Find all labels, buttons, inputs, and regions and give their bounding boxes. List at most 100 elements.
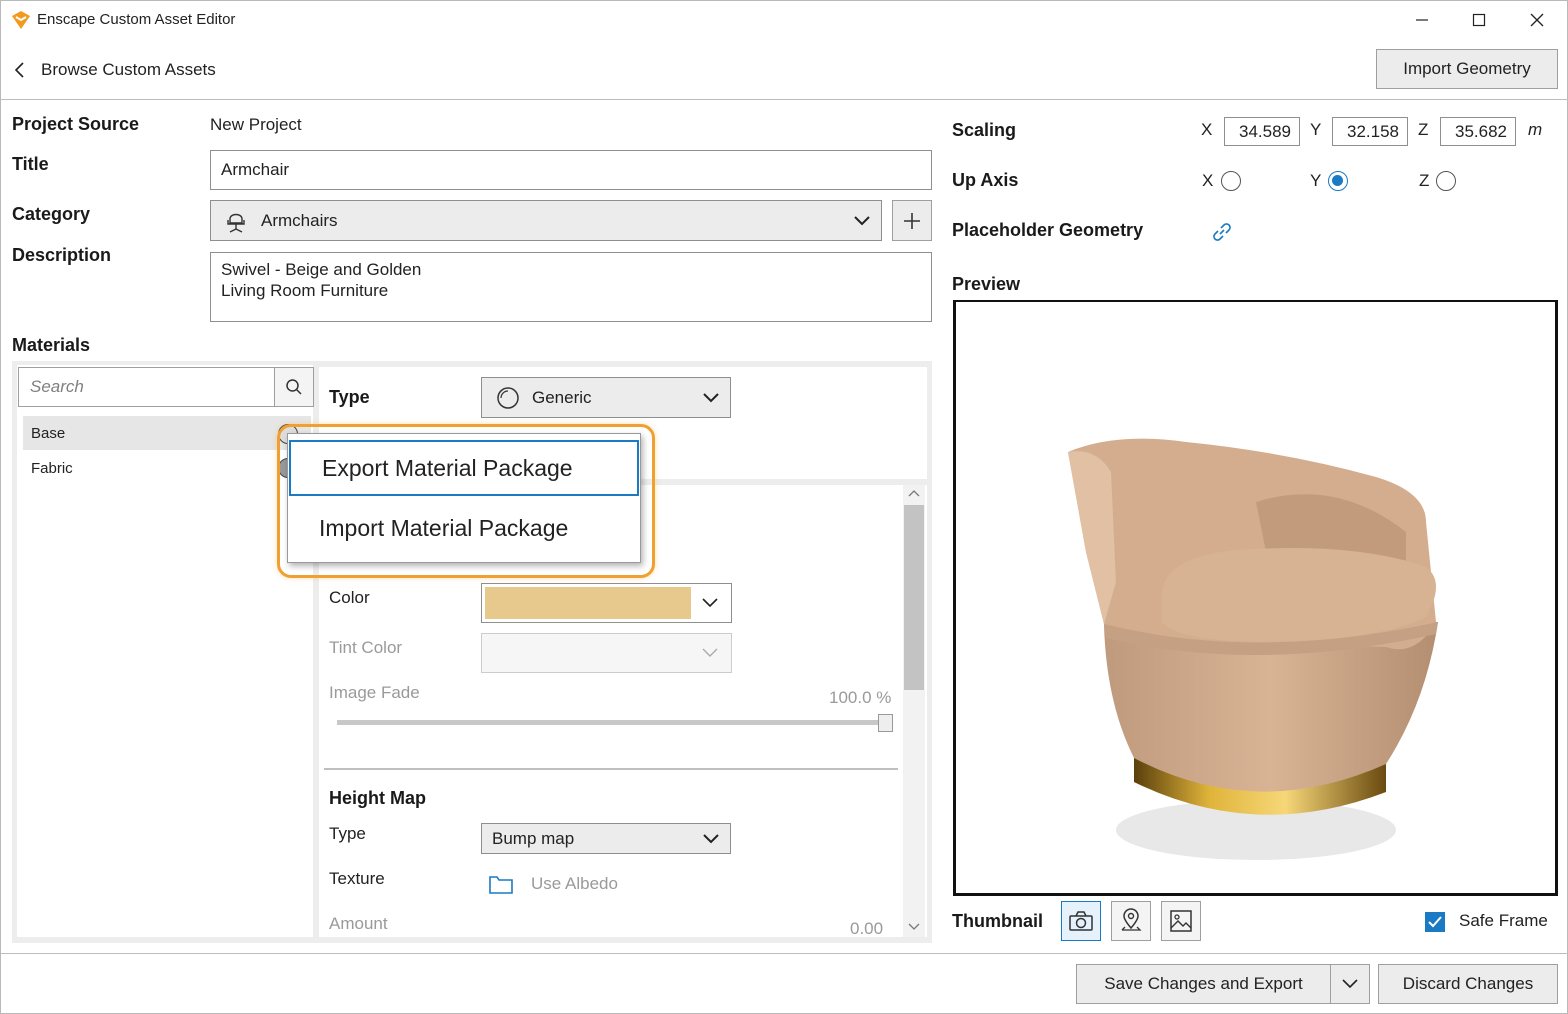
color-picker[interactable] <box>481 583 732 623</box>
placeholder-geometry-label: Placeholder Geometry <box>952 220 1144 240</box>
add-category-button[interactable] <box>892 200 932 241</box>
color-swatch <box>485 587 691 619</box>
scaling-y-input[interactable]: 32.158 <box>1332 117 1408 146</box>
description-textarea[interactable]: Swivel - Beige and Golden Living Room Fu… <box>210 252 932 322</box>
link-icon[interactable] <box>1210 220 1234 244</box>
material-item-label: Fabric <box>31 459 73 477</box>
location-pin-icon <box>1121 908 1142 931</box>
scaling-x-input[interactable]: 34.589 <box>1224 117 1300 146</box>
height-map-amount-label: Amount <box>329 914 388 933</box>
thumbnail-camera-button[interactable] <box>1061 901 1101 941</box>
chevron-left-icon <box>14 62 24 78</box>
image-fade-slider-thumb[interactable] <box>878 714 893 732</box>
up-axis-z-label: Z <box>1419 171 1430 190</box>
back-label: Browse Custom Assets <box>41 60 216 79</box>
material-search-button[interactable] <box>274 367 314 407</box>
material-item-base[interactable]: Base <box>23 416 311 450</box>
scaling-unit: m <box>1528 120 1543 139</box>
annotation-highlight <box>277 424 655 578</box>
title-input[interactable]: Armchair <box>210 150 932 190</box>
search-placeholder: Search <box>30 377 84 396</box>
material-item-label: Base <box>31 424 66 442</box>
chevron-down-icon <box>702 648 718 657</box>
image-fade-label: Image Fade <box>329 683 420 702</box>
up-axis-y-label: Y <box>1310 171 1322 190</box>
minimize-icon <box>1416 19 1428 21</box>
up-axis-x-radio[interactable] <box>1221 171 1241 191</box>
material-type-select[interactable]: Generic <box>481 377 731 418</box>
save-changes-and-export-button[interactable]: Save Changes and Export <box>1076 964 1331 1004</box>
close-window-button[interactable] <box>1514 1 1560 39</box>
up-axis-x-label: X <box>1202 171 1214 190</box>
material-search-input[interactable]: Search <box>18 367 275 407</box>
scaling-z-input[interactable]: 35.682 <box>1440 117 1516 146</box>
up-axis-z-radio[interactable] <box>1436 171 1456 191</box>
category-value: Armchairs <box>261 210 338 230</box>
footer-divider <box>1 953 1568 954</box>
height-map-heading: Height Map <box>329 788 426 808</box>
height-map-type-value: Bump map <box>492 828 575 848</box>
header-divider <box>1 99 1568 100</box>
minimize-button[interactable] <box>1399 1 1445 39</box>
title-label: Title <box>12 154 49 174</box>
camera-icon <box>1069 911 1093 931</box>
description-line-1: Swivel - Beige and Golden <box>221 260 422 279</box>
search-icon <box>286 379 302 395</box>
up-axis-y-radio[interactable] <box>1328 171 1348 191</box>
preview-label: Preview <box>952 274 1021 294</box>
material-type-value: Generic <box>532 387 592 407</box>
image-fade-value: 100.0 % <box>829 688 892 707</box>
thumbnail-location-button[interactable] <box>1111 901 1151 941</box>
scaling-y-label: Y <box>1310 120 1322 139</box>
checkmark-icon <box>1428 916 1442 928</box>
generic-material-icon <box>497 386 519 409</box>
folder-icon[interactable] <box>488 873 514 895</box>
scaling-z-value: 35.682 <box>1455 121 1507 141</box>
image-fade-slider-track[interactable] <box>337 720 885 725</box>
chevron-down-icon <box>702 598 718 608</box>
scaling-z-label: Z <box>1418 120 1429 139</box>
tint-color-picker <box>481 633 732 673</box>
save-options-dropdown-button[interactable] <box>1330 964 1370 1004</box>
tint-color-label: Tint Color <box>329 638 403 657</box>
height-map-type-select[interactable]: Bump map <box>481 823 731 854</box>
thumbnail-label: Thumbnail <box>952 911 1043 931</box>
scaling-y-value: 32.158 <box>1347 121 1399 141</box>
scaling-x-value: 34.589 <box>1239 121 1291 141</box>
image-icon <box>1170 910 1192 932</box>
safe-frame-checkbox[interactable] <box>1425 912 1445 932</box>
color-label: Color <box>329 588 370 607</box>
scrollbar-thumb[interactable] <box>904 505 924 690</box>
enscape-logo-icon <box>12 11 30 29</box>
material-item-fabric[interactable]: Fabric <box>23 451 311 485</box>
thumbnail-image-button[interactable] <box>1161 901 1201 941</box>
up-axis-label: Up Axis <box>952 170 1019 190</box>
scroll-up-icon[interactable] <box>908 489 920 497</box>
properties-scrollbar[interactable] <box>903 485 925 937</box>
category-label: Category <box>12 204 91 224</box>
scroll-down-icon[interactable] <box>908 923 920 931</box>
chevron-down-icon <box>1342 979 1358 989</box>
height-map-texture-value: Use Albedo <box>531 874 618 893</box>
material-type-label: Type <box>329 387 370 407</box>
category-select[interactable]: Armchairs <box>210 200 882 241</box>
project-source-value: New Project <box>210 115 302 134</box>
preview-viewport[interactable] <box>953 300 1558 896</box>
browse-custom-assets-link[interactable]: Browse Custom Assets <box>13 57 216 83</box>
project-source-label: Project Source <box>12 114 140 134</box>
description-label: Description <box>12 245 112 265</box>
maximize-icon <box>1472 13 1486 27</box>
plus-icon <box>904 212 920 229</box>
height-map-type-label: Type <box>329 824 366 843</box>
discard-changes-button[interactable]: Discard Changes <box>1378 964 1558 1004</box>
scaling-label: Scaling <box>952 120 1017 140</box>
close-icon <box>1530 13 1544 27</box>
height-map-texture-label: Texture <box>329 869 385 888</box>
armchair-preview-image <box>1068 438 1438 860</box>
maximize-button[interactable] <box>1456 1 1502 39</box>
height-map-amount-value: 0.00 <box>850 919 884 938</box>
section-divider <box>324 768 898 770</box>
asset-editor-window: Enscape Custom Asset Editor Browse Custo… <box>0 0 1568 1014</box>
import-geometry-button[interactable]: Import Geometry <box>1376 49 1558 89</box>
materials-heading: Materials <box>12 335 91 355</box>
